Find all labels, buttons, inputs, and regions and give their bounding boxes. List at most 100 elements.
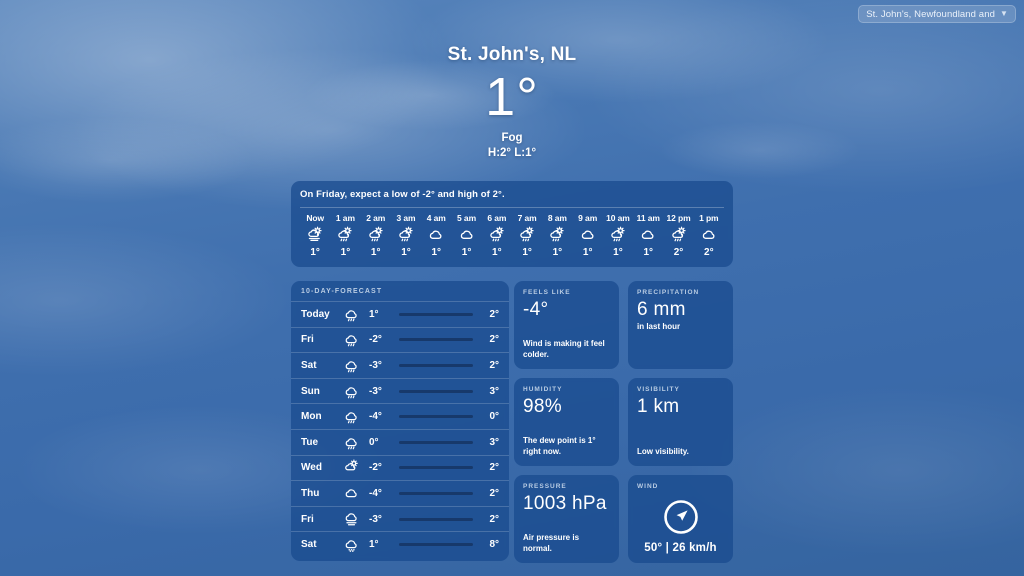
feels-like-description: Wind is making it feel colder. [523, 339, 605, 360]
ten-day-forecast-row[interactable]: Thu -4° 2° [291, 480, 509, 506]
compass-arrow-icon [637, 490, 724, 542]
cloud-icon [458, 226, 476, 244]
sun-rain-cloud-icon [548, 226, 566, 244]
forecast-low: 0° [369, 436, 379, 448]
ten-day-forecast-row[interactable]: Sun -3° 3° [291, 377, 509, 404]
hourly-forecast-item[interactable]: Now 1° [300, 213, 330, 258]
feels-like-card[interactable]: FEELS LIKE -4° Wind is making it feel co… [514, 281, 619, 369]
hourly-temperature: 2° [704, 247, 714, 258]
forecast-range-bar [399, 363, 473, 367]
pressure-card[interactable]: PRESSURE 1003 hPa Air pressure is normal… [514, 475, 619, 563]
hourly-forecast-item[interactable]: 9 am 1° [573, 213, 603, 258]
ten-day-forecast-row[interactable]: Mon -4° 0° [291, 403, 509, 429]
ten-day-forecast-row[interactable]: Sat 1° 8° [291, 531, 509, 557]
hourly-time: 12 pm [666, 213, 691, 223]
wind-value: 50° | 26 km/h [644, 542, 717, 554]
location-picker-label: St. John's, Newfoundland and [866, 8, 995, 20]
ten-day-forecast-row[interactable]: Tue 0° 3° [291, 428, 509, 455]
hourly-forecast-item[interactable]: 6 am 1° [482, 213, 512, 258]
ten-day-forecast-row[interactable]: Wed -2° 2° [291, 454, 509, 481]
location-picker[interactable]: St. John's, Newfoundland and ▼ [858, 5, 1016, 23]
precipitation-label: PRECIPITATION [637, 289, 700, 296]
divider [300, 207, 724, 208]
hourly-time: 10 am [606, 213, 630, 223]
hourly-forecast-list[interactable]: Now 1° 1 am 1° 2 am 1° 3 am 1° 4 am 1° 5 am 1° 6 am 1… [300, 213, 724, 258]
cloud-icon [639, 226, 657, 244]
hourly-temperature: 1° [370, 247, 381, 258]
hourly-forecast-item[interactable]: 2 am 1° [361, 213, 391, 258]
forecast-range-bar [399, 440, 473, 444]
hourly-temperature: 1° [431, 247, 442, 258]
hourly-time: Now [306, 213, 324, 223]
hourly-forecast-item[interactable]: 1 am 1° [330, 213, 360, 258]
cloud-icon [343, 485, 369, 502]
rain-cloud-icon [343, 434, 369, 451]
forecast-low: 1° [369, 539, 379, 551]
feels-like-value: -4° [523, 299, 549, 320]
forecast-low: -3° [369, 359, 382, 371]
ten-day-forecast-row[interactable]: Fri -3° 2° [291, 505, 509, 532]
forecast-high: 3° [489, 436, 499, 448]
visibility-label: VISIBILITY [637, 386, 680, 393]
forecast-range-bar [399, 466, 473, 470]
forecast-low: -3° [369, 385, 382, 397]
feels-like-label: FEELS LIKE [523, 289, 571, 296]
forecast-day-name: Sat [301, 359, 317, 371]
wind-label: WIND [637, 483, 659, 490]
cloud-icon [579, 226, 597, 244]
humidity-card[interactable]: HUMIDITY 98% The dew point is 1° right n… [514, 378, 619, 466]
ten-day-forecast-row[interactable]: Today 1° 2° [291, 301, 509, 327]
hourly-forecast-item[interactable]: 11 am 1° [633, 213, 663, 258]
hourly-forecast-item[interactable]: 10 am 1° [603, 213, 633, 258]
precipitation-card[interactable]: PRECIPITATION 6 mm in last hour [628, 281, 733, 369]
forecast-range-bar [399, 415, 473, 419]
forecast-low: -2° [369, 462, 382, 474]
ten-day-forecast-row[interactable]: Fri -2° 2° [291, 326, 509, 353]
hourly-time: 3 am [396, 213, 416, 223]
sun-rain-cloud-icon [609, 226, 627, 244]
hourly-forecast-item[interactable]: 12 pm 2° [663, 213, 693, 258]
ten-day-forecast-list[interactable]: Today 1° 2° Fri -2° 2° Sat -3° 2° Sun -3° 3° Mon -4° 0… [291, 301, 509, 557]
sun-cloud-icon [343, 459, 369, 476]
forecast-high: 2° [489, 308, 499, 320]
hourly-forecast-item[interactable]: 5 am 1° [451, 213, 481, 258]
forecast-range-bar [399, 312, 473, 316]
visibility-value: 1 km [637, 396, 680, 417]
hourly-forecast-item[interactable]: 7 am 1° [512, 213, 542, 258]
forecast-day-name: Today [301, 308, 330, 320]
current-conditions-hero: St. John's, NL 1° Fog H:2° L:1° [0, 44, 1024, 159]
wind-card[interactable]: WIND 50° | 26 km/h [628, 475, 733, 563]
ten-day-forecast-header: 10-DAY-FORECAST [301, 288, 383, 295]
hourly-forecast-item[interactable]: 4 am 1° [421, 213, 451, 258]
forecast-low: -4° [369, 487, 382, 499]
hourly-forecast-item[interactable]: 8 am 1° [542, 213, 572, 258]
rain-cloud-icon [343, 306, 369, 323]
hourly-temperature: 1° [613, 247, 623, 258]
rain-cloud-icon [343, 383, 369, 400]
hourly-forecast-item[interactable]: 1 pm 2° [694, 213, 724, 258]
hourly-time: 5 am [457, 213, 477, 223]
hourly-time: 2 am [366, 213, 386, 223]
humidity-description: The dew point is 1° right now. [523, 436, 596, 457]
hourly-time: 4 am [426, 213, 446, 223]
hourly-temperature: 2° [673, 247, 684, 258]
forecast-day-name: Fri [301, 334, 314, 346]
hourly-time: 7 am [517, 213, 537, 223]
visibility-card[interactable]: VISIBILITY 1 km Low visibility. [628, 378, 733, 466]
hourly-time: 1 pm [699, 213, 719, 223]
forecast-high: 2° [489, 359, 499, 371]
rain-cloud-icon [343, 331, 369, 348]
forecast-high: 2° [489, 462, 499, 474]
forecast-range-bar [399, 543, 473, 547]
sun-rain-cloud-icon [488, 226, 506, 244]
hourly-temperature: 1° [552, 247, 563, 258]
chevron-down-icon: ▼ [999, 9, 1008, 18]
ten-day-forecast-row[interactable]: Sat -3° 2° [291, 352, 509, 378]
hourly-time: 9 am [578, 213, 598, 223]
forecast-low: -2° [369, 334, 382, 346]
pressure-description: Air pressure is normal. [523, 533, 580, 554]
hourly-forecast-item[interactable]: 3 am 1° [391, 213, 421, 258]
visibility-description: Low visibility. [637, 447, 689, 457]
sun-rain-cloud-icon [397, 226, 415, 244]
hourly-time: 11 am [636, 213, 660, 223]
